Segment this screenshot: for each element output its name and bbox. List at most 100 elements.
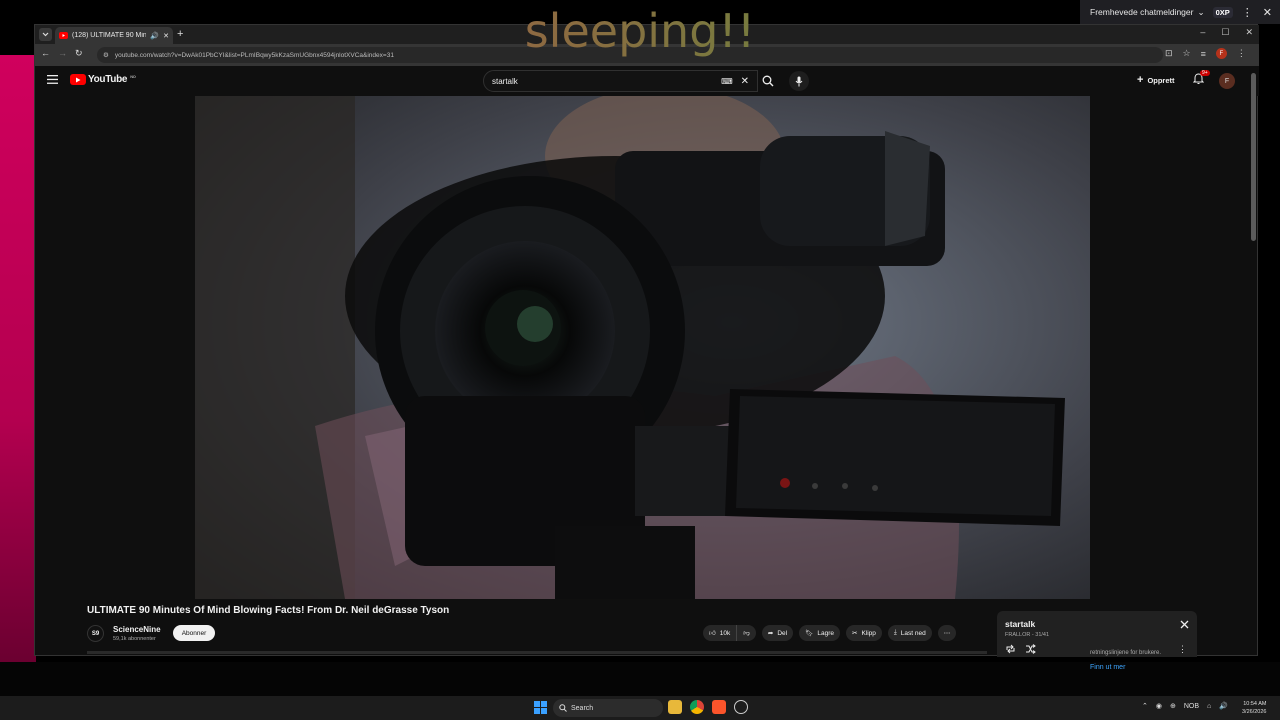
file-explorer-icon[interactable] — [668, 700, 682, 714]
chevron-up-icon[interactable]: ⌃ — [1142, 702, 1148, 710]
tab-title: (128) ULTIMATE 90 Minute — [72, 32, 147, 39]
nav-buttons: ← → ↻ — [41, 48, 83, 59]
chat-learn-more-link[interactable]: Finn ut mer — [1090, 664, 1250, 671]
keyboard-icon[interactable]: ⌨ — [721, 77, 733, 86]
video-title: ULTIMATE 90 Minutes Of Mind Blowing Fact… — [87, 605, 450, 616]
share-button[interactable]: ➦ Del — [761, 625, 794, 641]
like-count: 10k — [719, 629, 731, 637]
create-button[interactable]: + Opprett — [1137, 74, 1175, 86]
video-player[interactable] — [195, 96, 1090, 599]
taskbar-clock[interactable]: 10:54 AM 3/26/2026 — [1242, 700, 1266, 716]
youtube-favicon-icon — [59, 32, 68, 39]
browser-toolbar: ← → ↻ ⚙ youtube.com/watch?v=DwAk01PbCYI&… — [35, 44, 1259, 66]
create-label: Opprett — [1147, 75, 1175, 85]
loop-icon[interactable] — [1005, 644, 1016, 654]
more-actions-button[interactable]: ⋯ — [937, 625, 957, 641]
new-tab-button[interactable]: + — [177, 28, 183, 40]
account-avatar[interactable]: F — [1219, 73, 1235, 89]
subscribe-button[interactable]: Abonner — [173, 625, 215, 641]
address-bar[interactable]: ⚙ youtube.com/watch?v=DwAk01PbCYI&list=P… — [97, 47, 1163, 63]
youtube-play-logo-icon — [70, 74, 86, 85]
search-button[interactable] — [757, 70, 779, 92]
chevron-down-icon[interactable]: ⌄ — [1197, 7, 1204, 18]
toolbar-actions: ⊡ ☆ ≡ F ⋮ — [1165, 48, 1246, 59]
scissors-icon: ✂ — [852, 630, 858, 637]
window-close-icon[interactable]: ✕ — [1245, 27, 1253, 38]
microphone-icon — [795, 76, 803, 86]
thumbs-down-icon: 👎︎ — [743, 630, 750, 637]
download-label: Last ned — [900, 629, 926, 637]
taskbar-search[interactable]: Search — [553, 699, 663, 717]
channel-name[interactable]: ScienceNine — [113, 625, 161, 634]
windows-taskbar: Search ⌃ ◉ ⊕ NOB ⌂ 🔊 10:54 AM 3/26/2026 — [0, 696, 1280, 720]
description-divider — [87, 651, 987, 654]
chrome-icon[interactable] — [690, 700, 704, 714]
tab-close-icon[interactable]: ✕ — [163, 32, 169, 40]
youtube-logo[interactable]: YouTube NO — [70, 74, 136, 85]
desktop-bottom-strip — [0, 662, 1280, 696]
clear-search-icon[interactable]: ✕ — [741, 76, 749, 87]
close-icon[interactable]: ✕ — [1263, 6, 1272, 19]
tray-app-icon-2[interactable]: ⊕ — [1170, 702, 1176, 710]
forward-arrow-icon[interactable]: → — [58, 48, 67, 59]
more-vert-icon[interactable]: ⋮ — [1242, 6, 1253, 19]
clock-time: 10:54 AM — [1243, 701, 1267, 707]
voice-search-button[interactable] — [789, 71, 809, 91]
tab-strip: (128) ULTIMATE 90 Minute 🔊 ✕ + – ☐ ✕ — [35, 25, 1259, 44]
search-box[interactable]: startalk ⌨ ✕ — [483, 70, 758, 92]
browser-window: (128) ULTIMATE 90 Minute 🔊 ✕ + – ☐ ✕ ← →… — [34, 24, 1259, 657]
hamburger-menu-icon[interactable] — [47, 75, 58, 84]
tray-app-icon[interactable]: ◉ — [1156, 702, 1162, 710]
youtube-logo-text: YouTube — [88, 74, 128, 85]
desktop-background — [0, 55, 36, 665]
clock-date: 3/26/2026 — [1242, 709, 1267, 715]
install-app-icon[interactable]: ⊡ — [1165, 48, 1173, 59]
like-button[interactable]: 👍︎ 10k — [703, 625, 738, 641]
bookmark-icon: 🔖︎ — [805, 630, 814, 637]
system-tray: ⌃ ◉ ⊕ NOB ⌂ 🔊 — [1142, 702, 1228, 711]
more-horiz-icon: ⋯ — [943, 630, 951, 637]
playlist-title[interactable]: startalk — [1005, 619, 1035, 629]
playlist-close-icon[interactable] — [1180, 620, 1189, 629]
clip-button[interactable]: ✂ Klipp — [846, 625, 882, 641]
share-arrow-icon: ➦ — [767, 630, 774, 637]
brave-icon[interactable] — [712, 700, 726, 714]
shuffle-icon[interactable] — [1025, 644, 1036, 654]
browser-menu-icon[interactable]: ⋮ — [1237, 48, 1246, 59]
notifications-button[interactable]: 9+ — [1193, 70, 1210, 85]
share-label: Del — [777, 629, 788, 637]
browser-tab-active[interactable]: (128) ULTIMATE 90 Minute 🔊 ✕ — [55, 27, 173, 44]
volume-icon[interactable]: 🔊 — [1219, 702, 1228, 710]
search-icon — [559, 704, 567, 712]
download-button[interactable]: ⤓ Last ned — [887, 625, 932, 641]
taskbar-apps — [668, 700, 748, 714]
page-scrollbar[interactable] — [1251, 73, 1256, 241]
dislike-button[interactable]: 👎︎ — [737, 625, 756, 641]
windows-start-icon[interactable] — [534, 701, 547, 714]
search-input[interactable]: startalk — [492, 77, 518, 86]
back-arrow-icon[interactable]: ← — [41, 48, 50, 59]
tab-search-button[interactable] — [39, 28, 52, 41]
site-info-icon[interactable]: ⚙ — [103, 51, 109, 59]
save-button[interactable]: 🔖︎ Lagre — [799, 625, 840, 641]
notification-badge: 9+ — [1200, 70, 1210, 76]
bookmark-star-icon[interactable]: ☆ — [1183, 48, 1191, 59]
extensions-icon[interactable]: ≡ — [1201, 49, 1206, 59]
reload-icon[interactable]: ↻ — [75, 48, 83, 59]
language-indicator[interactable]: NOB — [1184, 703, 1199, 710]
maximize-icon[interactable]: ☐ — [1221, 27, 1229, 38]
speaker-icon[interactable]: 🔊 — [150, 32, 159, 40]
chat-header-label: Fremhevede chatmeldinger — [1090, 7, 1194, 17]
profile-avatar[interactable]: F — [1215, 48, 1227, 59]
save-label: Lagre — [817, 629, 834, 637]
chat-overlay-header[interactable]: Fremhevede chatmeldinger ⌄ 0XP ⋮ ✕ — [1080, 0, 1280, 24]
network-icon[interactable]: ⌂ — [1207, 703, 1211, 710]
channel-avatar[interactable]: S9 — [87, 625, 104, 642]
like-dislike-group: 👍︎ 10k 👎︎ — [703, 625, 756, 641]
chat-footer-text: retningslinjene for brukere. — [1090, 650, 1162, 656]
minimize-icon[interactable]: – — [1200, 27, 1205, 38]
video-frame-image — [195, 96, 1090, 599]
clip-label: Klipp — [861, 629, 876, 637]
youtube-header: YouTube NO startalk ⌨ ✕ + Opprett 9+ F — [35, 66, 1259, 96]
refresh-app-icon[interactable] — [734, 700, 748, 714]
